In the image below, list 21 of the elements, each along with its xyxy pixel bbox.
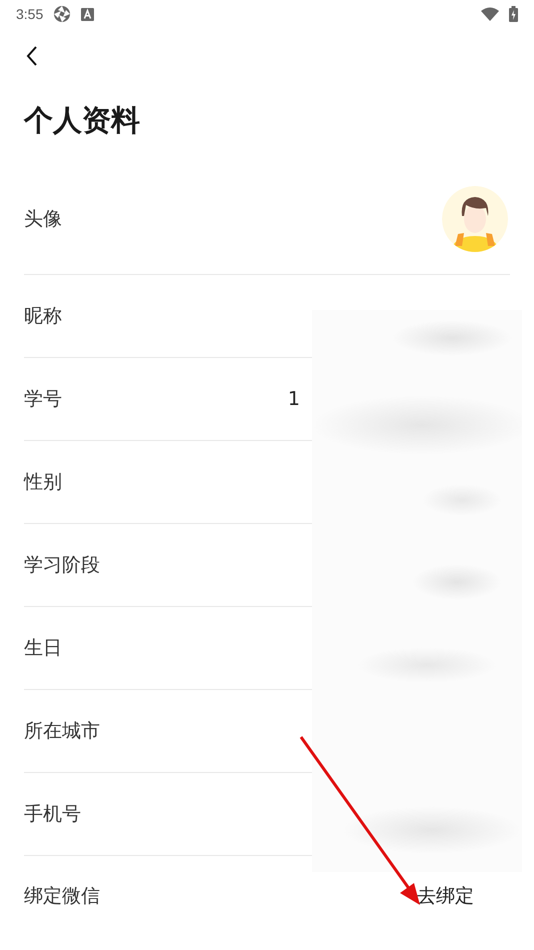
keyboard-icon	[81, 8, 94, 20]
row-label: 学号	[24, 387, 62, 412]
row-value: 1	[288, 388, 300, 410]
bind-link[interactable]: 去绑定	[417, 883, 474, 909]
row-label: 昵称	[24, 304, 62, 329]
profile-row[interactable]: 头像	[24, 162, 510, 275]
aperture-icon	[53, 5, 72, 23]
row-label: 学习阶段	[24, 553, 100, 578]
row-label: 生日	[24, 636, 62, 661]
profile-row[interactable]: 绑定微信 去绑定	[24, 856, 510, 936]
battery-icon	[509, 6, 518, 22]
row-label: 绑定微信	[24, 884, 100, 909]
row-label: 性别	[24, 470, 62, 495]
status-time: 3:55	[16, 6, 44, 22]
avatar-icon[interactable]	[442, 186, 508, 252]
wifi-icon	[481, 7, 499, 21]
page-title: 个人资料	[22, 102, 141, 139]
row-label: 手机号	[24, 802, 81, 827]
row-label: 头像	[24, 207, 62, 232]
back-icon[interactable]	[26, 46, 38, 66]
row-label: 所在城市	[24, 719, 100, 744]
